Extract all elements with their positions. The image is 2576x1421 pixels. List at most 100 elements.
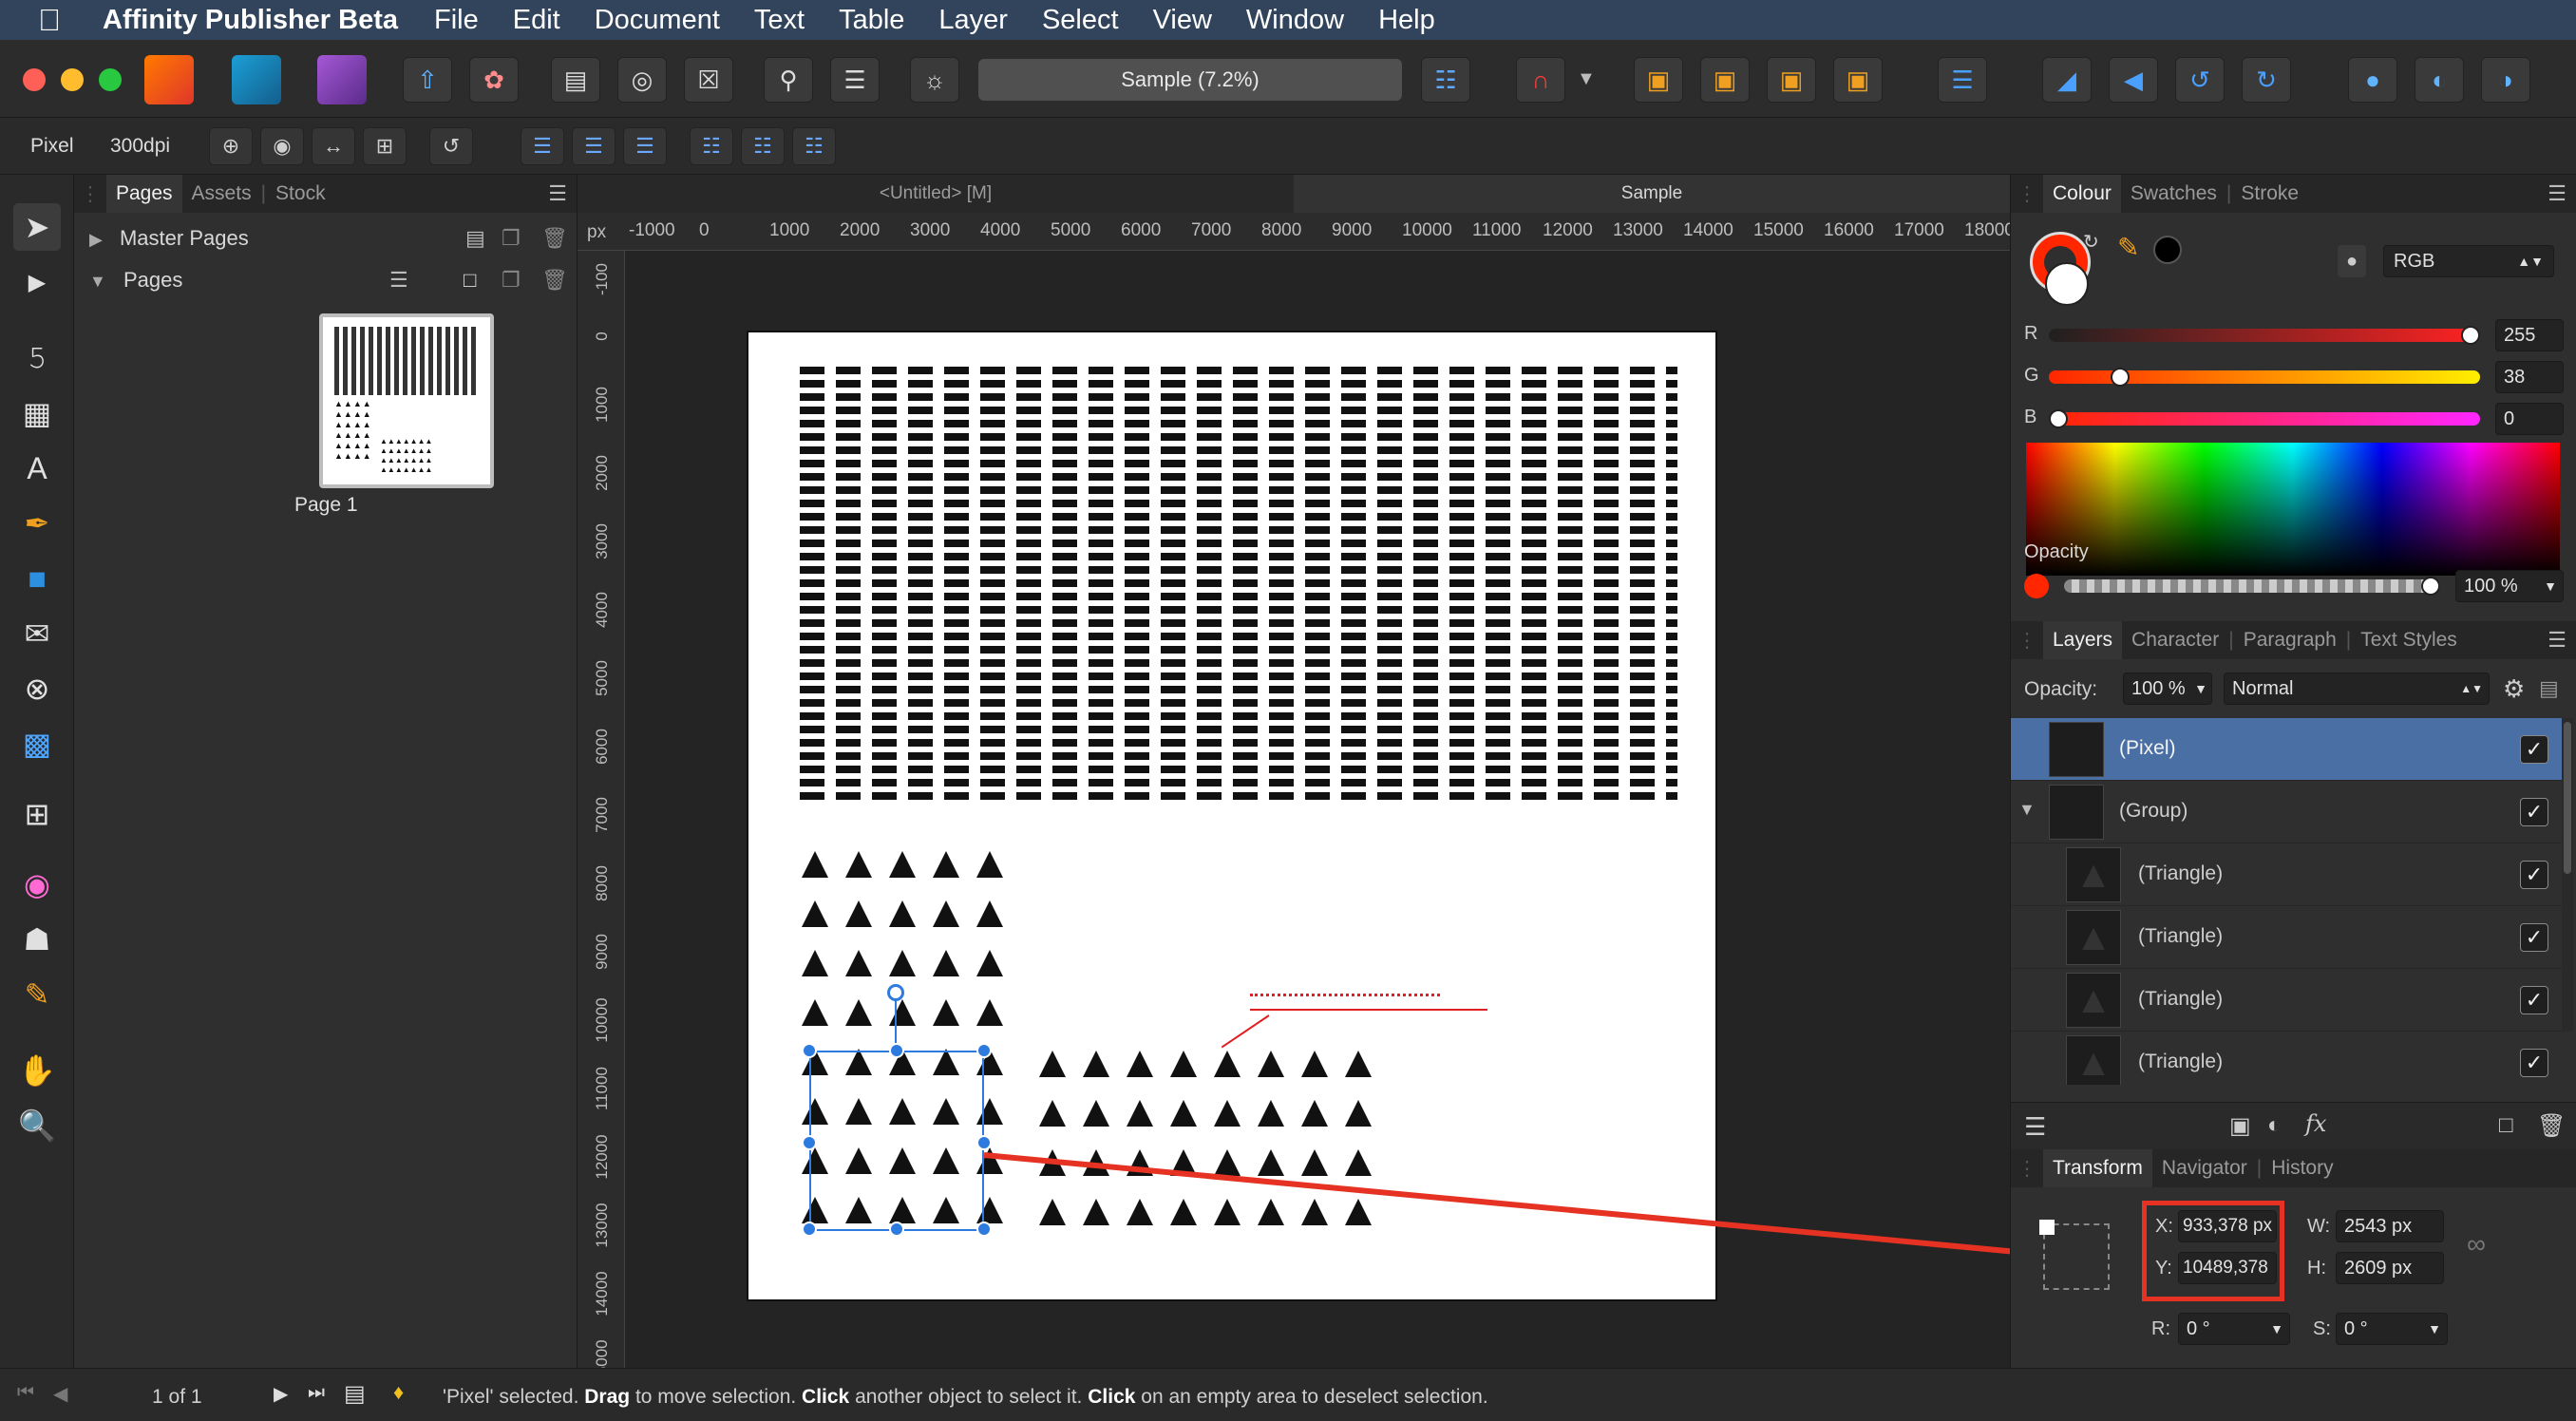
stroke-colour-well[interactable] xyxy=(2045,262,2089,306)
place-image-tool-icon[interactable]: ▩ xyxy=(13,720,61,767)
g-slider-knob[interactable] xyxy=(2110,368,2130,387)
triangle-shape[interactable] xyxy=(933,999,959,1026)
g-slider[interactable] xyxy=(2049,368,2480,387)
opacity-dropdown-chevron-icon[interactable]: ▼ xyxy=(2544,571,2557,601)
colour-eyedropper-icon[interactable]: ✎ xyxy=(2117,232,2139,263)
tab-stroke[interactable]: Stroke xyxy=(2231,175,2308,213)
panel-menu-icon[interactable]: ☰ xyxy=(2548,628,2567,653)
master-pages-section[interactable]: ▶ Master Pages ▤ ❐ 🗑 xyxy=(89,226,568,260)
align-icon[interactable]: ☰ xyxy=(1938,57,1987,103)
page-layout-icon[interactable]: ☰ xyxy=(389,268,408,293)
rotation-field[interactable]: 0 ° ▼ xyxy=(2178,1313,2290,1345)
layer-row-triangle[interactable]: ▲ (Triangle) ✓ xyxy=(2011,969,2562,1032)
layer-lock-icon[interactable]: ▤ xyxy=(2539,676,2559,701)
layers-stack-icon[interactable]: ☰ xyxy=(2024,1112,2046,1142)
shear-dropdown-chevron-icon[interactable]: ▼ xyxy=(2428,1314,2441,1344)
handle-bottom-left[interactable] xyxy=(802,1222,817,1237)
y-field[interactable]: 10489,378 xyxy=(2178,1252,2277,1284)
triangle-shape[interactable] xyxy=(1039,1100,1066,1127)
replace-image-icon[interactable]: ↺ xyxy=(429,127,473,165)
triangle-shape[interactable] xyxy=(1301,1100,1328,1127)
menu-file[interactable]: File xyxy=(434,5,479,36)
b-slider-knob[interactable] xyxy=(2049,409,2068,428)
triangle-shape[interactable] xyxy=(1039,1051,1066,1077)
node-tool-icon[interactable]: ▶ xyxy=(13,258,61,306)
expand-triangle-icon[interactable]: ▶ xyxy=(89,230,103,249)
layer-settings-gear-icon[interactable]: ⚙ xyxy=(2503,674,2525,704)
group-expand-triangle-icon[interactable]: ▼ xyxy=(2018,800,2036,820)
rotation-dropdown-chevron-icon[interactable]: ▼ xyxy=(2270,1314,2283,1344)
text-wrap-icon[interactable]: ☰ xyxy=(830,57,880,103)
picked-colour-swatch[interactable] xyxy=(2153,236,2182,264)
zoom-dropdown[interactable]: Sample (7.2%) xyxy=(978,59,1402,101)
colour-model-select[interactable]: RGB ▲▼ xyxy=(2383,245,2554,277)
colour-picker-wheel-icon[interactable]: ◉ xyxy=(13,861,61,908)
menu-layer[interactable]: Layer xyxy=(938,5,1008,36)
align-right-icon[interactable]: ☰ xyxy=(623,127,667,165)
next-page-icon[interactable]: ▶ xyxy=(274,1382,288,1406)
handle-top-left[interactable] xyxy=(802,1043,817,1058)
triangle-shape[interactable] xyxy=(802,851,828,878)
boolean-subtract-icon[interactable]: ◐ xyxy=(2415,57,2464,103)
close-window-button[interactable] xyxy=(23,68,46,91)
triangle-shape[interactable] xyxy=(976,999,1003,1026)
align-bottom-icon[interactable]: ☷ xyxy=(792,127,836,165)
menu-window[interactable]: Window xyxy=(1246,5,1344,36)
menu-edit[interactable]: Edit xyxy=(513,5,560,36)
handle-top-center[interactable] xyxy=(889,1043,904,1058)
shear-field[interactable]: 0 ° ▼ xyxy=(2336,1313,2448,1345)
opacity-value-field[interactable]: 100 % ▼ xyxy=(2455,570,2564,602)
b-value-field[interactable]: 0 xyxy=(2495,403,2564,435)
margins-icon[interactable]: ☒ xyxy=(684,57,733,103)
opacity-slider-knob[interactable] xyxy=(2421,577,2440,596)
zoom-tool-icon[interactable]: 🔍 xyxy=(13,1102,61,1149)
page-delete-icon[interactable]: 🗑 xyxy=(541,268,568,293)
triangle-shape[interactable] xyxy=(889,900,916,927)
move-to-front-icon[interactable]: ▣ xyxy=(1833,57,1883,103)
move-to-back-icon[interactable]: ▣ xyxy=(1634,57,1683,103)
apple-icon[interactable]:  xyxy=(38,3,74,38)
tab-navigator[interactable]: Navigator xyxy=(2152,1149,2257,1187)
selection-bounding-box[interactable] xyxy=(802,984,992,1237)
pin-icon[interactable]: ⚲ xyxy=(764,57,813,103)
tab-sample[interactable]: Sample xyxy=(1294,175,2010,213)
triangle-shape[interactable] xyxy=(802,999,828,1026)
fx-icon[interactable]: fx xyxy=(2305,1110,2326,1137)
menu-table[interactable]: Table xyxy=(839,5,904,36)
tab-untitled-master[interactable]: <Untitled> [M] xyxy=(578,175,1294,213)
tab-history[interactable]: History xyxy=(2262,1149,2342,1187)
menu-text[interactable]: Text xyxy=(754,5,805,36)
triangle-shape[interactable] xyxy=(845,851,872,878)
r-slider-knob[interactable] xyxy=(2461,326,2480,345)
align-top-icon[interactable]: ☷ xyxy=(690,127,733,165)
tab-layers[interactable]: Layers xyxy=(2043,621,2123,659)
move-forward-one-icon[interactable]: ▣ xyxy=(1767,57,1816,103)
show-pixel-icon[interactable]: ◉ xyxy=(260,127,304,165)
triangle-shape[interactable] xyxy=(889,851,916,878)
triangle-shape[interactable] xyxy=(1170,1100,1197,1127)
layers-scrollbar-thumb[interactable] xyxy=(2564,722,2571,874)
menu-help[interactable]: Help xyxy=(1378,5,1435,36)
align-center-icon[interactable]: ☰ xyxy=(572,127,616,165)
master-delete-icon[interactable]: 🗑 xyxy=(541,226,568,251)
tab-stock[interactable]: Stock xyxy=(266,175,335,213)
brush-pattern-image[interactable] xyxy=(800,367,1677,804)
anchor-point-selected[interactable] xyxy=(2039,1220,2055,1235)
triangle-shape[interactable] xyxy=(933,851,959,878)
triangle-shape[interactable] xyxy=(889,950,916,976)
tab-swatches[interactable]: Swatches xyxy=(2121,175,2226,213)
r-slider[interactable] xyxy=(2049,326,2480,345)
panel-menu-icon[interactable]: ☰ xyxy=(548,181,567,206)
tab-assets[interactable]: Assets xyxy=(182,175,261,213)
delete-layer-icon[interactable]: 🗑 xyxy=(2537,1112,2566,1140)
rotation-handle[interactable] xyxy=(887,984,904,1001)
move-back-one-icon[interactable]: ▣ xyxy=(1700,57,1750,103)
horizontal-ruler[interactable]: px -1000 0 1000 2000 3000 4000 5000 6000 7000 800… xyxy=(578,213,2015,251)
triangle-shape[interactable] xyxy=(1083,1100,1109,1127)
app-name-menu[interactable]: Affinity Publisher Beta xyxy=(103,5,398,36)
crop-tool-icon[interactable]: ⊞ xyxy=(13,790,61,838)
flip-horizontal-icon[interactable]: ◢ xyxy=(2042,57,2092,103)
layer-visibility-checkbox[interactable]: ✓ xyxy=(2520,735,2548,764)
view-mode-icon[interactable]: ▤ xyxy=(551,57,600,103)
previous-page-icon[interactable]: ◀ xyxy=(53,1382,67,1406)
